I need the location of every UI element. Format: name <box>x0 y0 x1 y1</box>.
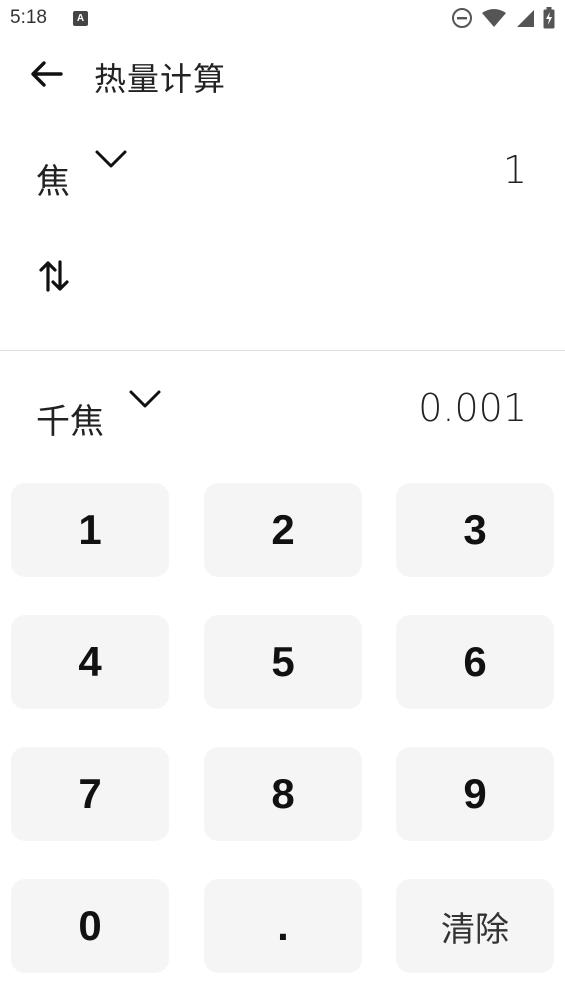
from-unit-label: 焦 <box>36 162 70 202</box>
do-not-disturb-icon <box>452 8 472 28</box>
app-bar: 热量计算 <box>0 40 565 108</box>
battery-charging-icon <box>543 7 555 29</box>
arrow-left-icon <box>31 61 63 87</box>
key-6[interactable]: 6 <box>396 615 554 709</box>
to-unit-selector[interactable]: 千焦 <box>36 390 162 443</box>
key-4[interactable]: 4 <box>11 615 169 709</box>
key-8[interactable]: 8 <box>204 747 362 841</box>
notification-badge: A <box>73 11 88 26</box>
key-0[interactable]: 0 <box>11 879 169 973</box>
key-5[interactable]: 5 <box>204 615 362 709</box>
from-value-display[interactable]: 1 <box>503 148 527 192</box>
to-value-display: 0.001 <box>418 386 527 430</box>
from-row: 焦 1 <box>0 140 565 220</box>
clear-button[interactable]: 清除 <box>396 879 554 973</box>
status-bar: 5:18 A <box>0 0 565 36</box>
to-row: 千焦 0.001 <box>0 380 565 460</box>
key-2[interactable]: 2 <box>204 483 362 577</box>
swap-vertical-icon <box>39 260 69 292</box>
status-time: 5:18 <box>10 7 47 28</box>
divider <box>0 350 565 351</box>
status-icons <box>451 6 555 30</box>
key-1[interactable]: 1 <box>11 483 169 577</box>
key-decimal[interactable]: . <box>204 879 362 973</box>
back-button[interactable] <box>26 56 66 92</box>
key-9[interactable]: 9 <box>396 747 554 841</box>
swap-units-button[interactable] <box>36 258 72 294</box>
from-unit-selector[interactable]: 焦 <box>36 150 128 203</box>
chevron-down-icon <box>129 390 161 408</box>
key-3[interactable]: 3 <box>396 483 554 577</box>
chevron-down-icon <box>95 150 127 168</box>
to-unit-label: 千焦 <box>36 402 104 442</box>
page-title: 热量计算 <box>94 60 227 98</box>
wifi-icon <box>482 9 506 27</box>
key-7[interactable]: 7 <box>11 747 169 841</box>
cell-signal-icon <box>517 10 534 27</box>
